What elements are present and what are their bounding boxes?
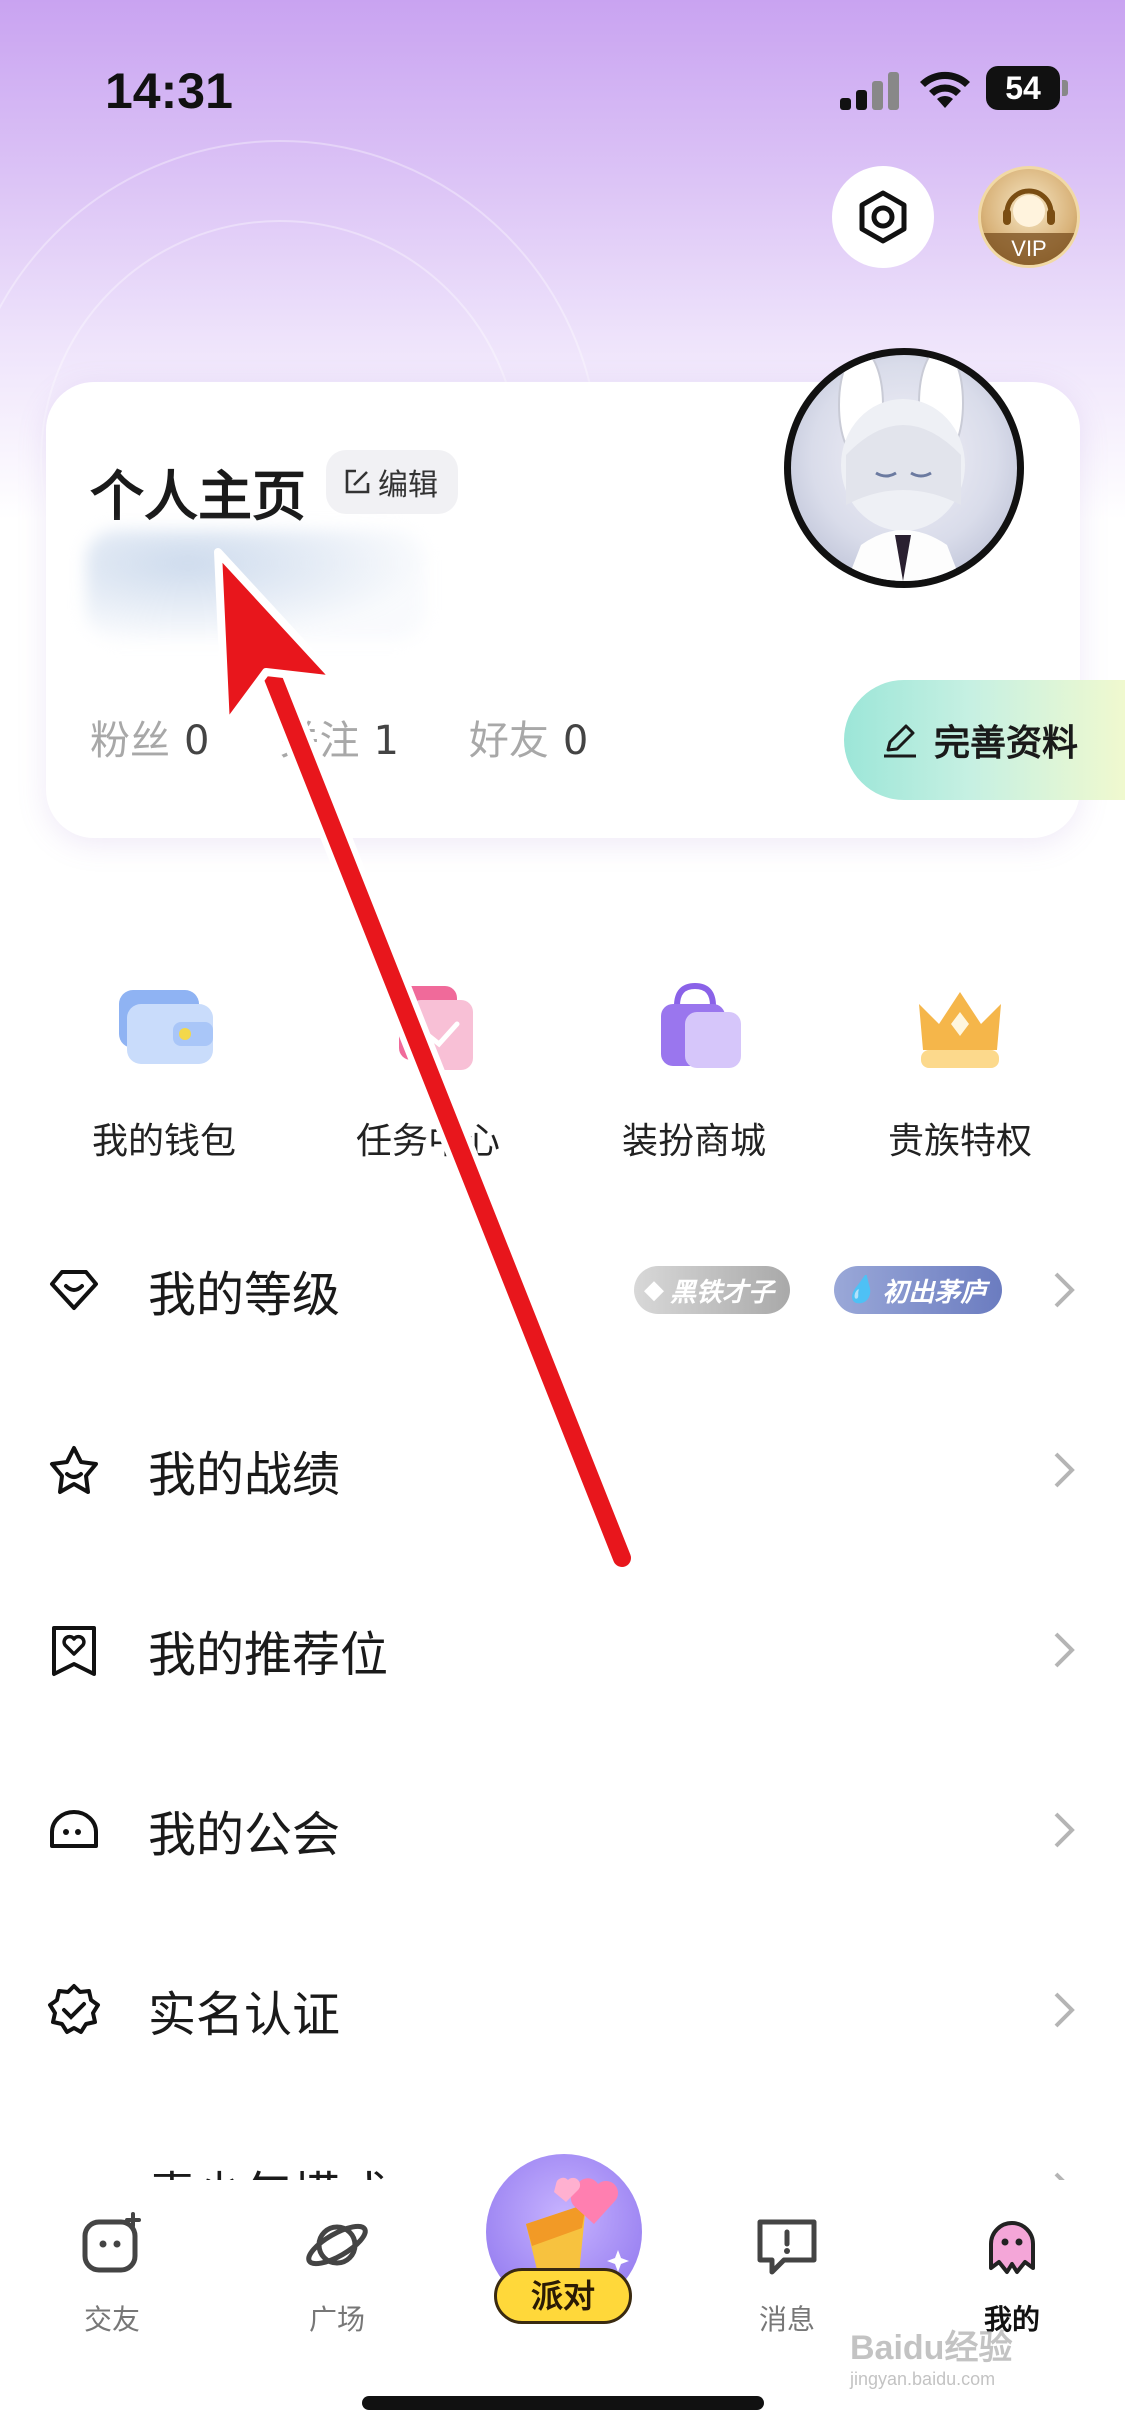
quick-action-label: 贵族特权 (887, 1121, 1032, 1162)
crown-icon (919, 992, 1001, 1068)
vip-service-button[interactable]: VIP (978, 166, 1080, 268)
settings-icon (859, 190, 907, 244)
avatar-illustration (838, 355, 965, 581)
chat-face-icon (82, 2212, 141, 2273)
menu-item-level[interactable]: 我的等级 ◆ 黑铁才子 💧 初出茅庐 (0, 1200, 1125, 1380)
tab-mine[interactable]: 我的 (937, 2210, 1087, 2338)
wifi-icon (920, 71, 970, 108)
edit-button[interactable]: 编辑 (326, 450, 458, 514)
star-crown-icon (50, 1446, 98, 1494)
complete-profile-label: 完善资料 (934, 723, 1079, 764)
water-drop-icon: 💧 (844, 1275, 877, 1305)
level-badge-wealth: ◆ 黑铁才子 (634, 1266, 791, 1314)
badge-number-icon: ◆ (644, 1275, 664, 1305)
menu-item-label: 我的战绩 (148, 1447, 341, 1503)
stat-following[interactable]: 关注 1 (279, 708, 398, 766)
badge-label: 黑铁才子 (670, 1277, 775, 1308)
quick-action-tasks[interactable]: 任务中心 (328, 978, 528, 1164)
menu-item-guild[interactable]: 我的公会 (0, 1740, 1125, 1920)
quick-action-label: 任务中心 (355, 1121, 500, 1162)
level-badge-charm: 💧 初出茅庐 (834, 1266, 1003, 1314)
watermark-main: Baidu经验 (850, 2329, 1013, 2367)
message-icon (757, 2219, 817, 2275)
chevron-right-icon (1054, 1452, 1075, 1488)
profile-ghost-icon (989, 2221, 1035, 2274)
task-icon (399, 986, 473, 1070)
quick-action-wallet[interactable]: 我的钱包 (64, 978, 264, 1164)
home-indicator[interactable] (362, 2396, 764, 2410)
guild-icon (50, 1810, 98, 1848)
tab-square[interactable]: 广场 (262, 2210, 412, 2338)
watermark: Baidu经验 jingyan.baidu.com (850, 2320, 1012, 2390)
status-time: 14:31 (105, 63, 233, 119)
edit-icon (345, 469, 370, 494)
diamond-heart-icon (50, 1270, 98, 1310)
edit-label: 编辑 (378, 468, 438, 503)
menu-item-recommend[interactable]: 我的推荐位 (0, 1560, 1125, 1740)
shopping-bag-icon (661, 982, 741, 1068)
quick-action-label: 装扮商城 (621, 1121, 766, 1162)
battery-indicator: 54 (986, 66, 1068, 110)
badge-label: 初出茅庐 (882, 1277, 987, 1308)
stat-fans[interactable]: 粉丝 0 (90, 708, 209, 766)
chevron-right-icon (1054, 1272, 1075, 1308)
chevron-right-icon (1054, 1992, 1075, 2028)
menu-item-label: 我的公会 (148, 1807, 341, 1863)
tab-make-friends[interactable]: 交友 (37, 2210, 187, 2338)
quick-action-shop[interactable]: 装扮商城 (594, 978, 794, 1164)
party-label[interactable]: 派对 (494, 2268, 632, 2324)
nav-label: 广场 (308, 2303, 365, 2336)
battery-cap (1062, 80, 1068, 96)
menu-item-label: 我的等级 (148, 1267, 341, 1323)
verified-badge-icon (48, 1984, 100, 2034)
planet-icon (306, 2223, 368, 2267)
page-title[interactable]: 个人主页 (90, 452, 306, 531)
quick-action-label: 我的钱包 (91, 1121, 236, 1162)
menu-item-record[interactable]: 我的战绩 (0, 1380, 1125, 1560)
settings-button[interactable] (832, 166, 934, 268)
chevron-right-icon (1054, 1632, 1075, 1668)
watermark-sub: jingyan.baidu.com (850, 2369, 996, 2389)
nav-label: 消息 (758, 2303, 815, 2336)
chevron-right-icon (1054, 1812, 1075, 1848)
complete-profile-button[interactable]: 完善资料 (844, 680, 1125, 800)
menu-item-verification[interactable]: 实名认证 (0, 1920, 1125, 2100)
nav-label: 交友 (83, 2303, 140, 2336)
tab-messages[interactable]: 消息 (712, 2210, 862, 2338)
stat-friends[interactable]: 好友 0 (469, 708, 588, 766)
menu-item-label: 实名认证 (148, 1987, 341, 2043)
blurred-user-info (86, 530, 426, 640)
vip-label: VIP (981, 233, 1077, 265)
battery-level: 54 (986, 66, 1060, 110)
menu-item-label: 我的推荐位 (148, 1627, 389, 1683)
avatar[interactable] (784, 348, 1024, 588)
quick-action-nobility[interactable]: 贵族特权 (860, 978, 1060, 1164)
bookmark-heart-icon (52, 1626, 96, 1676)
pencil-icon (884, 724, 916, 758)
wallet-icon (119, 990, 213, 1064)
cellular-signal-icon (840, 72, 899, 110)
profile-stats: 粉丝 0 关注 1 好友 0 (90, 708, 588, 766)
